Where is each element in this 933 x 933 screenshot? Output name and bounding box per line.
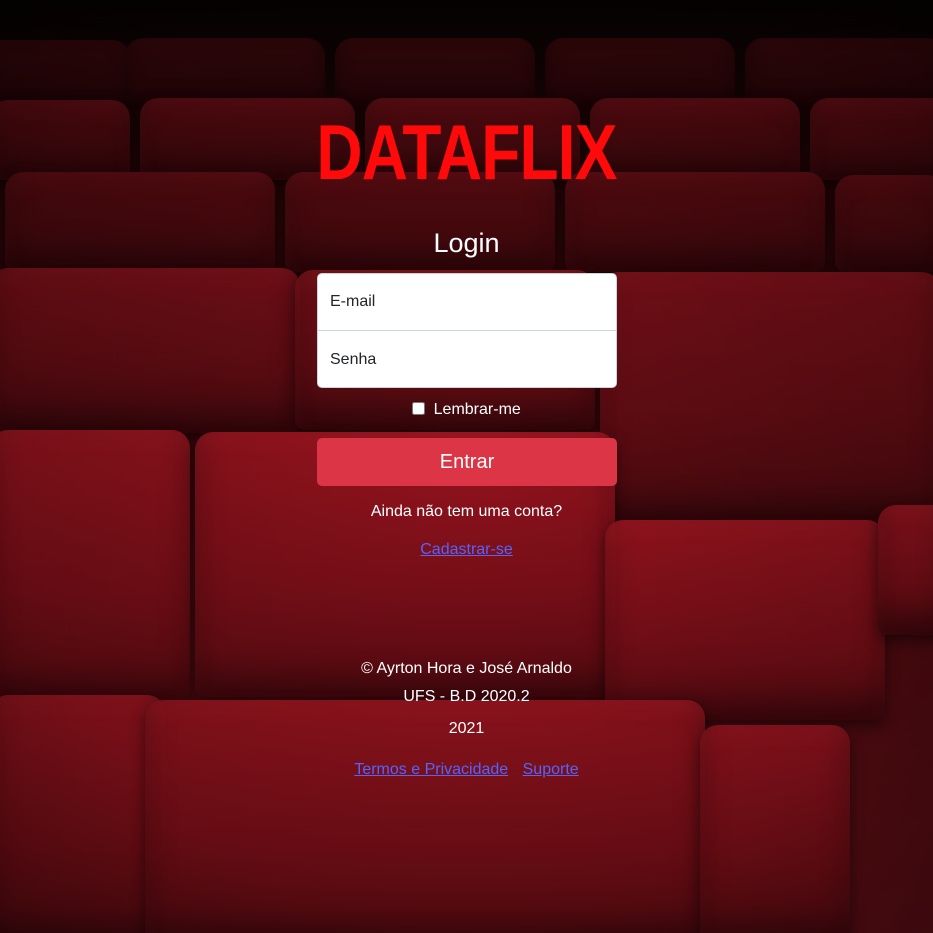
remember-me-row: Lembrar-me — [0, 400, 933, 420]
footer-credits: © Ayrton Hora e José Arnaldo — [361, 660, 572, 677]
login-form — [317, 273, 617, 388]
login-page: DATAFLIX Login Lembrar-me Entrar Ainda n… — [0, 0, 933, 933]
remember-me-label: Lembrar-me — [433, 401, 521, 418]
terms-privacy-link[interactable]: Termos e Privacidade — [354, 761, 508, 778]
signup-link[interactable]: Cadastrar-se — [420, 541, 512, 558]
remember-me-checkbox[interactable] — [412, 402, 426, 415]
footer-course: UFS - B.D 2020.2 — [403, 688, 530, 705]
support-link[interactable]: Suporte — [523, 761, 579, 778]
dataflix-logo: DATAFLIX — [316, 108, 617, 196]
footer-year: 2021 — [448, 720, 485, 737]
page-title: Login — [433, 228, 500, 258]
login-button[interactable]: Entrar — [317, 438, 617, 486]
footer-links: Termos e Privacidade Suporte — [0, 760, 933, 780]
signup-row: Cadastrar-se — [0, 540, 933, 560]
email-field[interactable] — [318, 274, 616, 331]
no-account-text: Ainda não tem uma conta? — [370, 503, 563, 520]
password-field[interactable] — [318, 331, 616, 387]
